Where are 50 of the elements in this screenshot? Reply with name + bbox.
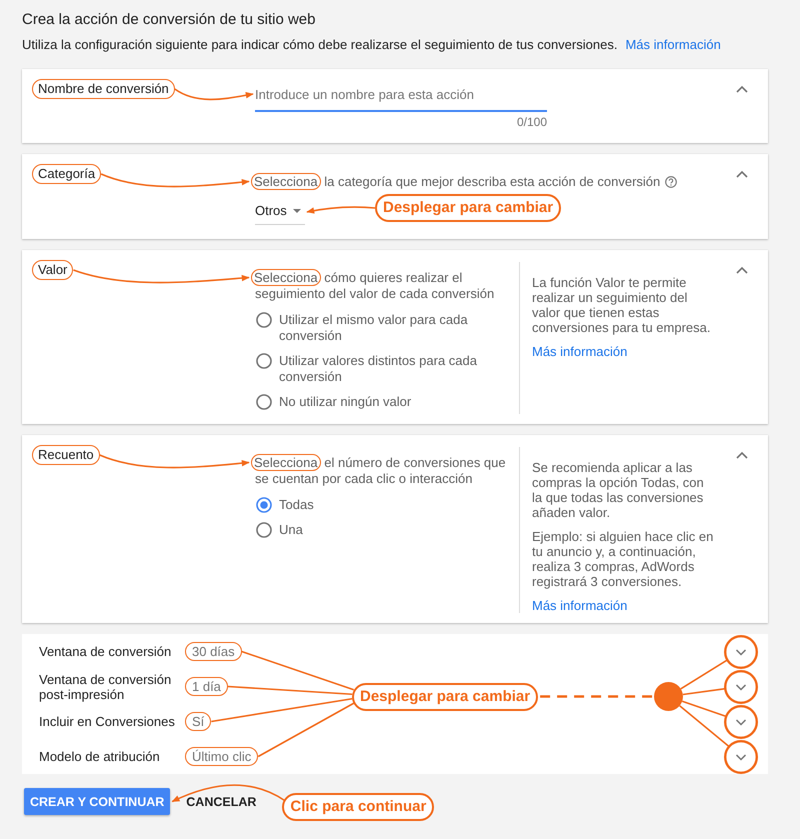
annotation-arrow: [306, 206, 376, 214]
setting-value[interactable]: Último clic: [185, 747, 258, 766]
section-label: Categoría: [32, 164, 102, 184]
setting-label: Ventana de conversión: [39, 644, 172, 659]
cancel-button[interactable]: CANCELAR: [186, 788, 256, 815]
section-label: Nombre de conversión: [32, 79, 175, 99]
radio-label: Utilizar valores distintos para cada conversión: [279, 353, 478, 385]
annotation-callout: Desplegar para cambiar: [375, 194, 562, 222]
setting-value[interactable]: 1 día: [185, 677, 228, 696]
annotation-callout: Clic para continuar: [282, 793, 434, 821]
page-title: Crea la acción de conversión de tu sitio web: [22, 10, 316, 30]
circled-chevron-down-icon[interactable]: [724, 634, 758, 668]
setting-label: Ventana de conversión post-impresión: [39, 672, 172, 702]
help-icon[interactable]: [665, 176, 678, 188]
section-label: Recuento: [32, 445, 100, 465]
more-info-link[interactable]: Más información: [532, 344, 628, 359]
help-text: Se recomienda aplicar a las compras la opción Todas, con la que todas las conversiones añaden valor.: [532, 460, 705, 520]
annotation-callout: Desplegar para cambiar: [352, 682, 538, 710]
circled-chevron-down-icon[interactable]: [724, 670, 758, 704]
junction-dot: [654, 682, 683, 711]
circled-chevron-down-icon[interactable]: [724, 704, 758, 738]
setting-value[interactable]: 30 días: [185, 642, 242, 661]
more-info-link[interactable]: Más información: [532, 598, 628, 613]
name-input-field[interactable]: Introduce un nombre para esta acción: [255, 84, 547, 112]
radio-button[interactable]: [256, 312, 272, 328]
help-text: La función Valor te permite realizar un seguimiento del valor que tienen estas conversiones para tu empresa.: [532, 275, 712, 335]
chevron-up-icon[interactable]: [736, 451, 748, 459]
radio-label: Una: [279, 522, 303, 538]
help-text: Ejemplo: si alguien hace clic en tu anuncio y, a continuación, realiza 3 compras, AdWords registrará 3 conversiones.: [532, 529, 714, 589]
radio-label: No utilizar ningún valor: [279, 394, 412, 410]
caret-icon: [292, 209, 301, 213]
radio-label: Utilizar el mismo valor para cada conversión: [279, 312, 469, 344]
category-dropdown[interactable]: Otros: [255, 203, 305, 225]
radio-button[interactable]: [256, 394, 272, 410]
character-counter: 0/100: [516, 115, 547, 129]
chevron-up-icon[interactable]: [736, 170, 748, 178]
radio-label: Todas: [279, 497, 314, 513]
setting-label: Modelo de atribución: [39, 749, 161, 764]
circled-chevron-down-icon[interactable]: [724, 740, 758, 774]
create-continue-button[interactable]: CREAR Y CONTINUAR: [24, 788, 170, 815]
radio-button-selected[interactable]: [256, 497, 272, 513]
setting-label: Incluir en Conversiones: [39, 714, 176, 729]
page-description: Utiliza la configuración siguiente para indicar cómo debe realizarse el seguimiento de tus conversiones.: [22, 36, 618, 54]
section-label: Valor: [32, 260, 74, 280]
chevron-up-icon[interactable]: [736, 266, 748, 274]
radio-button[interactable]: [256, 522, 272, 538]
more-info-link[interactable]: Más información: [625, 36, 721, 54]
radio-button[interactable]: [256, 353, 272, 369]
setting-value[interactable]: Sí: [185, 712, 212, 731]
chevron-up-icon[interactable]: [736, 85, 748, 93]
